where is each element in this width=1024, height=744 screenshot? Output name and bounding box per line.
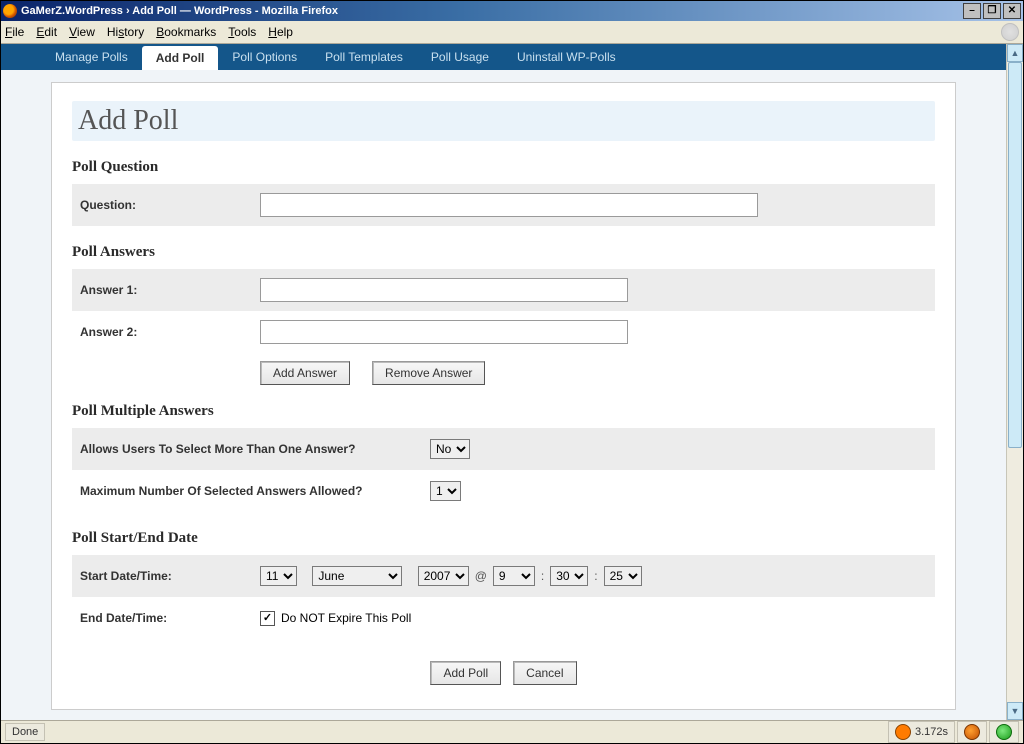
label-question: Question:: [80, 198, 260, 212]
tab-poll-usage[interactable]: Poll Usage: [417, 44, 503, 70]
submit-row: Add Poll Cancel: [72, 661, 935, 685]
scroll-down-button[interactable]: ▼: [1007, 702, 1023, 720]
section-dates: Poll Start/End Date: [72, 530, 935, 547]
status-ok: [989, 721, 1019, 743]
tab-add-poll[interactable]: Add Poll: [142, 46, 219, 70]
menu-view[interactable]: View: [69, 25, 95, 39]
menu-bookmarks[interactable]: Bookmarks: [156, 25, 216, 39]
form-panel: Add Poll Poll Question Question: Poll An…: [51, 82, 956, 710]
start-year-select[interactable]: 2007: [418, 566, 469, 586]
start-sec-select[interactable]: 25: [604, 566, 642, 586]
menubar: File Edit View History Bookmarks Tools H…: [1, 21, 1023, 44]
status-ff: [957, 721, 987, 743]
tab-poll-options[interactable]: Poll Options: [218, 44, 311, 70]
answer-buttons: Add Answer Remove Answer: [72, 353, 935, 385]
section-multiple-answers: Poll Multiple Answers: [72, 403, 935, 420]
tab-manage-polls[interactable]: Manage Polls: [41, 44, 142, 70]
label-answer-2: Answer 2:: [80, 325, 260, 339]
no-expire-label: Do NOT Expire This Poll: [281, 611, 411, 625]
label-max-selected: Maximum Number Of Selected Answers Allow…: [80, 484, 430, 498]
start-month-select[interactable]: June: [312, 566, 402, 586]
vertical-scrollbar[interactable]: ▲ ▼: [1006, 44, 1023, 720]
statusbar: Done 3.172s: [1, 720, 1023, 743]
row-allow-multi: Allows Users To Select More Than One Ans…: [72, 428, 935, 470]
allow-multi-select[interactable]: No: [430, 439, 470, 459]
menu-tools[interactable]: Tools: [228, 25, 256, 39]
start-hour-select[interactable]: 9: [493, 566, 535, 586]
browser-window: GaMerZ.WordPress › Add Poll — WordPress …: [0, 0, 1024, 744]
row-max-selected: Maximum Number Of Selected Answers Allow…: [72, 470, 935, 512]
scroll-up-button[interactable]: ▲: [1007, 44, 1023, 62]
colon-separator-1: :: [541, 569, 544, 583]
firebug-icon: [895, 724, 911, 740]
row-start-date: Start Date/Time: 11 June 2007 @ 9 : 30 :…: [72, 555, 935, 597]
content-area: Manage Polls Add Poll Poll Options Poll …: [1, 44, 1023, 720]
menu-history[interactable]: History: [107, 25, 144, 39]
tab-uninstall[interactable]: Uninstall WP-Polls: [503, 44, 630, 70]
row-answer-1: Answer 1:: [72, 269, 935, 311]
tab-poll-templates[interactable]: Poll Templates: [311, 44, 417, 70]
label-end-date: End Date/Time:: [80, 611, 260, 625]
label-start-date: Start Date/Time:: [80, 569, 260, 583]
firefox-small-icon: [964, 724, 980, 740]
firefox-icon: [3, 4, 17, 18]
wp-admin-tabs: Manage Polls Add Poll Poll Options Poll …: [1, 44, 1006, 70]
scroll-track[interactable]: [1007, 62, 1023, 702]
row-answer-2: Answer 2:: [72, 311, 935, 353]
start-day-select[interactable]: 11: [260, 566, 297, 586]
no-expire-wrap: Do NOT Expire This Poll: [260, 611, 411, 626]
at-separator: @: [475, 569, 487, 583]
scroll-thumb[interactable]: [1008, 62, 1022, 448]
minimize-button[interactable]: –: [963, 3, 981, 19]
section-poll-answers: Poll Answers: [72, 244, 935, 261]
add-answer-button[interactable]: Add Answer: [260, 361, 350, 385]
cancel-button[interactable]: Cancel: [513, 661, 576, 685]
page-title: Add Poll: [72, 101, 935, 141]
row-question: Question:: [72, 184, 935, 226]
start-min-select[interactable]: 30: [550, 566, 588, 586]
titlebar: GaMerZ.WordPress › Add Poll — WordPress …: [1, 1, 1023, 21]
no-expire-checkbox[interactable]: [260, 611, 275, 626]
max-selected-select[interactable]: 1: [430, 481, 461, 501]
question-input[interactable]: [260, 193, 758, 217]
remove-answer-button[interactable]: Remove Answer: [372, 361, 485, 385]
label-answer-1: Answer 1:: [80, 283, 260, 297]
status-text: Done: [5, 723, 45, 741]
answer-2-input[interactable]: [260, 320, 628, 344]
restore-button[interactable]: ❐: [983, 3, 1001, 19]
window-controls: – ❐ ✕: [963, 3, 1021, 19]
menu-file[interactable]: File: [5, 25, 24, 39]
menu-edit[interactable]: Edit: [36, 25, 57, 39]
add-poll-button[interactable]: Add Poll: [430, 661, 501, 685]
label-allow-multi: Allows Users To Select More Than One Ans…: [80, 442, 430, 456]
status-timer: 3.172s: [888, 721, 955, 743]
answer-1-input[interactable]: [260, 278, 628, 302]
throbber-icon: [1001, 23, 1019, 41]
section-poll-question: Poll Question: [72, 159, 935, 176]
row-end-date: End Date/Time: Do NOT Expire This Poll: [72, 597, 935, 639]
menu-help[interactable]: Help: [268, 25, 293, 39]
colon-separator-2: :: [594, 569, 597, 583]
close-button[interactable]: ✕: [1003, 3, 1021, 19]
ok-icon: [996, 724, 1012, 740]
window-title: GaMerZ.WordPress › Add Poll — WordPress …: [21, 5, 963, 17]
